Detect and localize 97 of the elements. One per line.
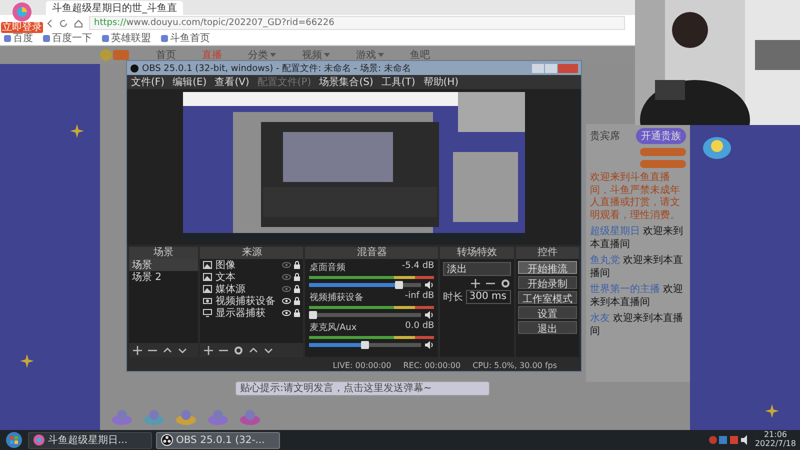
chat-message: 水友 欢迎来到本直播间	[590, 313, 684, 338]
bookmark[interactable]: 百度	[4, 31, 33, 45]
channel-reading: -inf dB	[404, 291, 434, 303]
add-icon[interactable]	[133, 346, 142, 354]
channel-reading: -5.4 dB	[402, 261, 434, 273]
status-text: CPU: 5.0%, 30.00 fps	[472, 360, 557, 370]
volume-slider[interactable]	[309, 283, 422, 287]
speaker-icon[interactable]	[425, 341, 434, 349]
image-icon	[203, 273, 212, 281]
star-icon	[70, 124, 84, 138]
menu-item[interactable]: 帮助(H)	[423, 75, 459, 89]
move-down-icon[interactable]	[264, 346, 274, 354]
menu-item[interactable]: 编辑(E)	[172, 75, 207, 89]
chat-message: 鱼丸党 欢迎来到本直播间	[590, 255, 684, 280]
channel-name: 桌面音频	[309, 262, 346, 274]
speaker-icon[interactable]	[425, 281, 434, 289]
star-icon	[20, 354, 34, 368]
reload-icon[interactable]	[59, 18, 68, 28]
dock-title: 混音器	[305, 247, 438, 259]
transition-dropdown[interactable]: 淡出	[443, 262, 511, 276]
clock-date: 2022/7/18	[754, 440, 796, 449]
status-text: REC: 00:00:00	[403, 360, 461, 370]
speaker-icon[interactable]	[425, 311, 434, 319]
image-icon	[203, 261, 212, 269]
notice-text: 欢迎来到斗鱼直播间，斗鱼严禁未成年人直播或打赏，请文明观看，理性消费。	[590, 172, 681, 222]
tray-icons[interactable]	[708, 435, 749, 445]
bookmark[interactable]: 百度一下	[43, 31, 92, 45]
home-icon[interactable]	[74, 18, 83, 28]
address-bar[interactable]: https://www.douyu.com/topic/202207_GD?rid=66226	[89, 16, 625, 30]
browser-tab[interactable]: 斗鱼超级星期日的世_斗鱼直	[46, 1, 183, 15]
star-icon	[765, 404, 779, 418]
dock-title: 控件	[516, 247, 579, 259]
move-up-icon[interactable]	[163, 346, 172, 354]
vip-button[interactable]: 开通贵族	[636, 128, 686, 144]
control-button[interactable]: 设置	[518, 306, 577, 319]
dock-title: 转场特效	[440, 247, 514, 259]
chat-input[interactable]: 贴心提示:请文明发言，点击这里发送弹幕~	[235, 381, 490, 396]
clock-time: 21:06	[764, 431, 788, 440]
obs-icon	[130, 64, 139, 72]
obs-icon	[161, 434, 173, 446]
menu-item[interactable]: 文件(F)	[131, 75, 165, 89]
control-button[interactable]: 退出	[518, 321, 577, 334]
monitor-icon	[203, 309, 212, 317]
eye-icon[interactable]	[282, 310, 292, 316]
bookmark[interactable]: 斗鱼首页	[161, 31, 210, 45]
eye-icon[interactable]	[282, 298, 292, 304]
gift-badge	[640, 148, 686, 156]
source-item[interactable]: 媒体源	[200, 283, 304, 295]
lock-icon[interactable]	[294, 285, 300, 293]
dock-title: 来源	[200, 247, 304, 259]
chat-message: 世界第一的主播 欢迎来到本直播间	[590, 284, 684, 309]
volume-slider[interactable]	[309, 343, 422, 347]
source-item[interactable]: 文本	[200, 271, 304, 283]
source-item[interactable]: 显示器捕获	[200, 307, 304, 319]
channel-reading: 0.0 dB	[405, 321, 434, 333]
settings-icon[interactable]	[500, 279, 510, 288]
lock-icon[interactable]	[294, 273, 300, 281]
taskbar-app[interactable]: 斗鱼超级星期日...	[28, 432, 152, 448]
add-icon[interactable]	[204, 346, 214, 354]
lock-icon[interactable]	[294, 309, 300, 317]
lock-icon[interactable]	[294, 261, 300, 269]
menu-item[interactable]: 场景集合(S)	[319, 75, 374, 89]
move-up-icon[interactable]	[249, 346, 258, 354]
window-title: OBS 25.0.1 (32-bit, windows) - 配置文件: 未命名 - 场景: 未命名	[142, 62, 411, 74]
browser-icon	[33, 434, 45, 446]
control-button[interactable]: 开始录制	[518, 276, 577, 289]
channel-name: 麦克风/Aux	[309, 322, 357, 334]
status-text: LIVE: 00:00:00	[332, 360, 392, 370]
source-item[interactable]: 视频捕获设备	[200, 295, 304, 307]
back-icon[interactable]	[46, 18, 53, 28]
scene-item[interactable]: 场景 2	[129, 271, 198, 283]
login-badge[interactable]: 立即登录	[1, 22, 43, 33]
duration-label: 时长	[443, 290, 464, 304]
bookmark[interactable]: 英雄联盟	[102, 31, 151, 45]
menu-item[interactable]: 查看(V)	[214, 75, 250, 89]
start-button[interactable]	[4, 431, 24, 449]
lock-icon[interactable]	[294, 297, 300, 305]
camera-icon	[203, 297, 212, 305]
menu-item[interactable]: 工具(T)	[381, 75, 416, 89]
move-down-icon[interactable]	[178, 346, 187, 354]
scene-item[interactable]: 场景	[129, 259, 198, 271]
source-item[interactable]: 图像	[200, 259, 304, 271]
image-icon	[203, 285, 212, 293]
control-button[interactable]: 工作室模式	[518, 291, 577, 304]
dock-title: 场景	[129, 247, 198, 259]
channel-name: 视频捕获设备	[309, 292, 364, 304]
settings-icon[interactable]	[234, 346, 244, 354]
volume-slider[interactable]	[309, 313, 422, 317]
mascot-icon	[702, 134, 732, 160]
rank-title: 贵宾席	[590, 130, 620, 143]
taskbar-app[interactable]: OBS 25.0.1 (32-...	[156, 432, 280, 448]
browser-logo[interactable]	[11, 2, 33, 22]
add-icon[interactable]	[470, 279, 480, 288]
duration-field[interactable]: 300 ms	[466, 290, 511, 304]
gift-badge	[640, 160, 686, 168]
control-button[interactable]: 开始推流	[518, 261, 577, 274]
chat-message: 超级星期日 欢迎来到本直播间	[590, 226, 684, 251]
